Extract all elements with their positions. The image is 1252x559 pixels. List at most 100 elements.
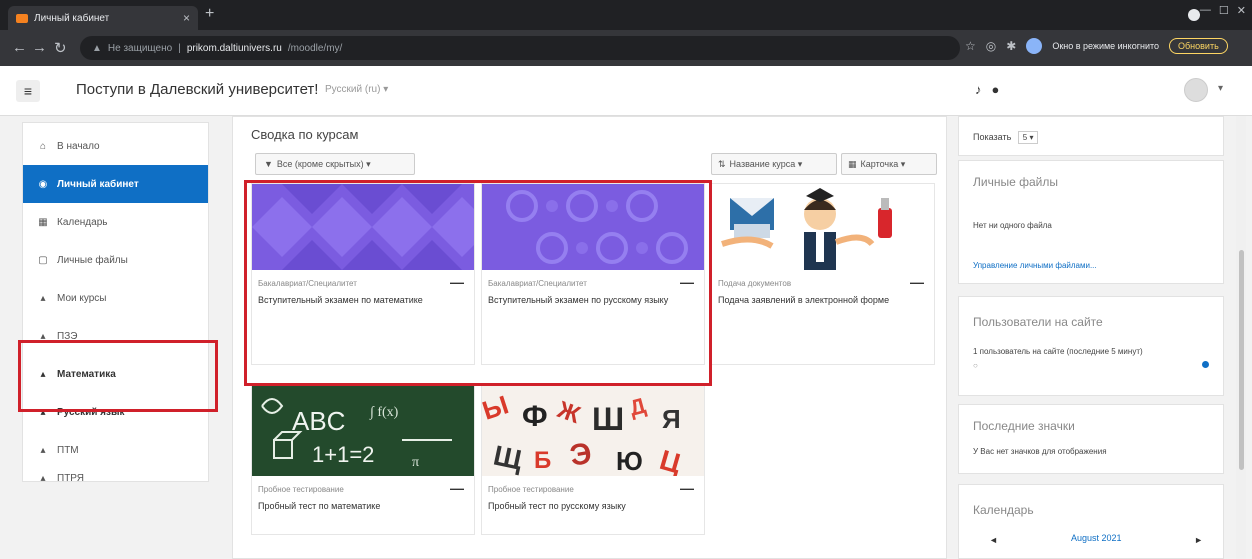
card-menu-icon[interactable]: — [450, 480, 464, 496]
svg-text:Ш: Ш [592, 401, 624, 437]
sidebar-item-dashboard[interactable]: ◉ Личный кабинет [23, 165, 208, 203]
file-icon: ▢ [38, 254, 48, 266]
sidebar-item-files[interactable]: ▢ Личные файлы [23, 241, 208, 279]
tab-title: Личный кабинет [34, 12, 110, 24]
calendar-prev-icon[interactable]: ◄ [989, 535, 998, 545]
sort-dropdown[interactable]: ⇅ Название курса ▾ [711, 153, 837, 175]
minimize-icon[interactable]: — [1200, 4, 1211, 17]
dashboard-icon: ◉ [38, 178, 48, 190]
site-name[interactable]: Поступи в Далевский университет! [76, 81, 318, 98]
address-bar[interactable]: ▲ Не защищено | prikom.daltiunivers.ru/m… [80, 36, 960, 60]
svg-text:Я: Я [662, 404, 681, 434]
maximize-icon[interactable]: ☐ [1219, 4, 1229, 17]
extension-icon[interactable]: ◎ [986, 39, 996, 53]
course-image[interactable]: Ы Ф Ж Ш Д Я Щ Б Э Ю Ц [482, 386, 704, 476]
window-controls: — ☐ ✕ [1200, 4, 1246, 17]
svg-text:ABC: ABC [292, 406, 345, 436]
forward-icon[interactable]: → [32, 39, 47, 56]
calendar-icon: ▦ [38, 216, 48, 228]
sidebar-item-label: Личные файлы [57, 254, 128, 266]
bell-icon[interactable]: ♪ [975, 82, 982, 97]
sidebar-item-home[interactable]: ⌂ В начало [23, 127, 208, 165]
update-button[interactable]: Обновить [1169, 38, 1228, 54]
online-indicator-icon [1202, 361, 1209, 368]
back-icon[interactable]: ← [12, 39, 27, 56]
card-menu-icon[interactable]: — [680, 480, 694, 496]
chat-icon[interactable]: ● [992, 82, 1000, 97]
nav-icons: ♪ ● [975, 82, 999, 97]
course-card[interactable]: ABC 1+1=2 ∫ f(x) π Пробное тестирование … [251, 385, 475, 535]
reload-icon[interactable]: ↻ [54, 39, 67, 57]
course-card[interactable]: Ы Ф Ж Ш Д Я Щ Б Э Ю Ц Пробное тестирован… [481, 385, 705, 535]
filter-icon: ▼ [264, 159, 273, 169]
svg-text:1+1=2: 1+1=2 [312, 442, 374, 467]
browser-titlebar: Личный кабинет × + — ☐ ✕ [0, 0, 1252, 30]
chalkboard-math-image: ABC 1+1=2 ∫ f(x) π [252, 386, 474, 476]
files-empty-text: Нет ни одного файла [973, 221, 1052, 230]
nav-drawer: ⌂ В начало ◉ Личный кабинет ▦ Календарь … [22, 122, 209, 484]
section-title: Сводка по курсам [251, 127, 359, 142]
course-image[interactable]: ABC 1+1=2 ∫ f(x) π [252, 386, 474, 476]
show-count-select[interactable]: 5 ▾ [1017, 131, 1039, 144]
sidebar-item-label: В начало [57, 140, 100, 152]
incognito-icon[interactable] [1026, 38, 1043, 54]
block-timeline-tail: Показать 5 ▾ [958, 116, 1224, 156]
manage-files-link[interactable]: Управление личными файлами... [973, 261, 1097, 270]
tab-close-icon[interactable]: × [183, 11, 190, 25]
sidebar-item-my-courses[interactable]: ▴ Мои курсы [23, 279, 208, 317]
url-path: /moodle/my/ [287, 42, 343, 54]
course-category: Подача документов [718, 279, 792, 288]
record-icon [1188, 9, 1200, 21]
block-online-users: Пользователи на сайте 1 пользователь на … [958, 296, 1224, 396]
course-card[interactable]: Подача документов — Подача заявлений в э… [711, 183, 935, 365]
graduation-cap-icon: ▴ [40, 292, 46, 304]
sidebar-item-label: ПТРЯ [57, 472, 84, 484]
calendar-next-icon[interactable]: ► [1194, 535, 1203, 545]
block-recent-badges: Последние значки У Вас нет значков для о… [958, 404, 1224, 474]
star-icon[interactable]: ☆ [965, 39, 976, 53]
block-title: Пользователи на сайте [973, 315, 1103, 329]
badges-empty-text: У Вас нет значков для отображения [973, 447, 1107, 456]
filter-dropdown[interactable]: ▼ Все (кроме скрытых) ▾ [255, 153, 415, 175]
course-image[interactable] [712, 184, 934, 270]
svg-text:Ф: Ф [522, 400, 548, 433]
new-tab-icon[interactable]: + [205, 5, 214, 23]
course-category: Пробное тестирование [488, 485, 574, 494]
calendar-month-label[interactable]: August 2021 [1071, 533, 1122, 543]
sidebar-item-label: Личный кабинет [57, 178, 139, 190]
course-name-link[interactable]: Пробный тест по математике [258, 500, 444, 513]
graduate-illustration-image [712, 184, 934, 270]
insecure-label: Не защищено [107, 42, 173, 54]
graduation-cap-icon: ▴ [40, 444, 46, 456]
highlight-box-courses [244, 180, 712, 386]
profile-label: Окно в режиме инкогнито [1052, 41, 1160, 51]
card-menu-icon[interactable]: — [910, 274, 924, 290]
user-dot-icon: ○ [973, 361, 978, 370]
svg-text:Ю: Ю [616, 446, 643, 476]
block-title: Последние значки [973, 419, 1075, 433]
sidebar-item-calendar[interactable]: ▦ Календарь [23, 203, 208, 241]
moodle-favicon-icon [16, 13, 28, 23]
online-users-text: 1 пользователь на сайте (последние 5 мин… [973, 347, 1143, 356]
sidebar-item-label: Мои курсы [57, 292, 107, 304]
sidebar-item-label: Календарь [57, 216, 108, 228]
view-dropdown[interactable]: ▦ Карточка ▾ [841, 153, 937, 175]
course-name-link[interactable]: Подача заявлений в электронной форме [718, 294, 904, 307]
chevron-down-icon[interactable]: ▾ [1218, 83, 1223, 94]
puzzle-icon[interactable]: ✱ [1006, 39, 1016, 53]
course-name-link[interactable]: Пробный тест по русскому языку [488, 500, 674, 513]
scrollbar-thumb[interactable] [1239, 250, 1244, 470]
svg-text:π: π [412, 455, 419, 470]
user-avatar[interactable] [1184, 78, 1208, 102]
extensions-row: ☆ ◎ ✱ Окно в режиме инкогнито Обновить [965, 38, 1228, 54]
block-calendar: Календарь ◄ August 2021 ► [958, 484, 1224, 559]
url-host: prikom.daltiunivers.ru [186, 42, 282, 54]
menu-toggle-button[interactable]: ≡ [16, 80, 40, 102]
window-close-icon[interactable]: ✕ [1237, 4, 1246, 17]
block-private-files: Личные файлы Нет ни одного файла Управле… [958, 160, 1224, 284]
sidebar-item-ptrya[interactable]: ▴ ПТРЯ [23, 459, 208, 497]
language-selector[interactable]: Русский (ru) ▾ [325, 84, 388, 95]
home-icon: ⌂ [39, 140, 47, 152]
site-navbar: ≡ Поступи в Далевский университет! Русск… [0, 66, 1252, 116]
browser-tab[interactable]: Личный кабинет × [8, 6, 198, 30]
